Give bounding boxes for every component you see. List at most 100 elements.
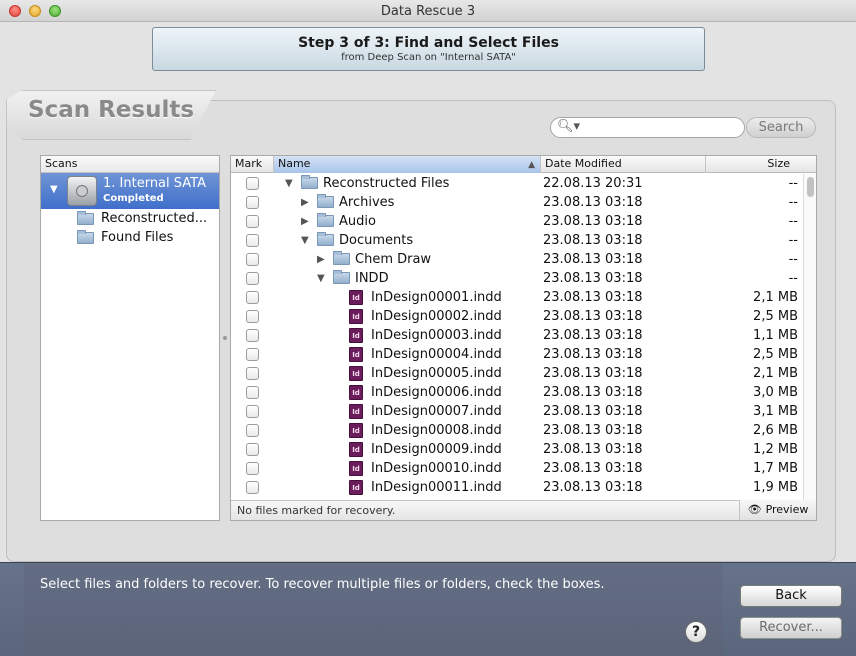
indd-file-icon: Id — [349, 404, 363, 419]
file-name: Archives — [339, 195, 395, 210]
mark-checkbox[interactable] — [246, 234, 259, 247]
file-name: INDD — [355, 271, 389, 286]
disclosure-open-icon[interactable]: ▼ — [50, 184, 58, 195]
file-date: 23.08.13 03:18 — [543, 328, 643, 343]
file-row[interactable]: Id InDesign00010.indd 23.08.13 03:18 1,7 MB — [231, 459, 804, 478]
search-button[interactable]: Search — [746, 117, 816, 138]
file-list: ▼ Reconstructed Files 22.08.13 20:31 -- ▶ Arc… — [231, 174, 804, 500]
file-size: 3,1 MB — [753, 404, 798, 419]
mark-checkbox[interactable] — [246, 386, 259, 399]
file-row[interactable]: Id InDesign00008.indd 23.08.13 03:18 2,6 MB — [231, 421, 804, 440]
column-header-size[interactable]: Size — [706, 156, 816, 173]
disclosure-open-icon[interactable]: ▼ — [285, 174, 293, 193]
file-date: 23.08.13 03:18 — [543, 461, 643, 476]
file-date: 23.08.13 03:18 — [543, 347, 643, 362]
file-row[interactable]: ▶ Archives 23.08.13 03:18 -- — [231, 193, 804, 212]
file-row[interactable]: ▶ Audio 23.08.13 03:18 -- — [231, 212, 804, 231]
file-name: InDesign00009.indd — [371, 442, 502, 457]
file-size: 1,9 MB — [753, 480, 798, 495]
scan-item-internal-sata[interactable]: ▼ 1. Internal SATA Completed — [41, 173, 219, 209]
column-header-label: Name — [278, 157, 311, 170]
column-header-mark[interactable]: Mark — [231, 156, 274, 173]
file-row[interactable]: Id InDesign00001.indd 23.08.13 03:18 2,1 MB — [231, 288, 804, 307]
app-window: Data Rescue 3 Step 3 of 3: Find and Sele… — [0, 0, 856, 656]
status-bar: No files marked for recovery. — [231, 500, 816, 520]
file-row[interactable]: ▼ Documents 23.08.13 03:18 -- — [231, 231, 804, 250]
indd-file-icon: Id — [349, 347, 363, 362]
scan-status: Completed — [103, 193, 164, 204]
mark-checkbox[interactable] — [246, 215, 259, 228]
file-row[interactable]: Id InDesign00002.indd 23.08.13 03:18 2,5 MB — [231, 307, 804, 326]
disclosure-open-icon[interactable]: ▼ — [317, 269, 325, 288]
file-size: 1,1 MB — [753, 328, 798, 343]
file-row[interactable]: Id InDesign00011.indd 23.08.13 03:18 1,9 MB — [231, 478, 804, 497]
scan-item-found-files[interactable]: Found Files — [41, 228, 219, 247]
file-row[interactable]: Id InDesign00009.indd 23.08.13 03:18 1,2 MB — [231, 440, 804, 459]
file-date: 23.08.13 03:18 — [543, 233, 643, 248]
column-header-name[interactable]: Name ▲ — [274, 156, 541, 173]
column-header-date[interactable]: Date Modified — [541, 156, 706, 173]
file-row[interactable]: ▼ INDD 23.08.13 03:18 -- — [231, 269, 804, 288]
mark-checkbox[interactable] — [246, 462, 259, 475]
disclosure-closed-icon[interactable]: ▶ — [317, 250, 325, 269]
mark-checkbox[interactable] — [246, 405, 259, 418]
mark-checkbox[interactable] — [246, 253, 259, 266]
column-headers: Mark Name ▲ Date Modified Size — [231, 156, 816, 173]
help-button[interactable]: ? — [685, 621, 707, 643]
indd-file-icon: Id — [349, 461, 363, 476]
recover-button[interactable]: Recover... — [740, 617, 842, 639]
file-name: Documents — [339, 233, 414, 248]
mark-checkbox[interactable] — [246, 424, 259, 437]
scan-name: 1. Internal SATA — [103, 176, 206, 191]
mark-checkbox[interactable] — [246, 310, 259, 323]
file-row[interactable]: ▶ Chem Draw 23.08.13 03:18 -- — [231, 250, 804, 269]
splitter-handle[interactable] — [223, 336, 227, 340]
folder-icon — [317, 213, 334, 227]
scan-item-label: Reconstructed... — [101, 211, 208, 226]
mark-checkbox[interactable] — [246, 177, 259, 190]
sort-ascending-icon: ▲ — [528, 160, 535, 170]
folder-icon — [301, 175, 318, 189]
file-row[interactable]: Id InDesign00004.indd 23.08.13 03:18 2,5 MB — [231, 345, 804, 364]
mark-checkbox[interactable] — [246, 481, 259, 494]
mark-checkbox[interactable] — [246, 272, 259, 285]
scan-item-reconstructed[interactable]: Reconstructed... — [41, 209, 219, 228]
mark-checkbox[interactable] — [246, 291, 259, 304]
mark-checkbox[interactable] — [246, 329, 259, 342]
file-name: InDesign00010.indd — [371, 461, 502, 476]
file-row[interactable]: ▼ Reconstructed Files 22.08.13 20:31 -- — [231, 174, 804, 193]
file-name: Reconstructed Files — [323, 176, 450, 191]
file-size: -- — [788, 176, 798, 191]
indd-file-icon: Id — [349, 442, 363, 457]
file-browser: Mark Name ▲ Date Modified Size ▼ Reconstr… — [230, 155, 817, 521]
file-row[interactable]: Id InDesign00006.indd 23.08.13 03:18 3,0 MB — [231, 383, 804, 402]
disclosure-open-icon[interactable]: ▼ — [301, 231, 309, 250]
folder-icon — [77, 230, 94, 244]
mark-checkbox[interactable] — [246, 367, 259, 380]
folder-icon — [77, 211, 94, 225]
vertical-scrollbar[interactable] — [803, 174, 816, 500]
folder-icon — [317, 194, 334, 208]
file-row[interactable]: Id InDesign00003.indd 23.08.13 03:18 1,1 MB — [231, 326, 804, 345]
file-row[interactable]: Id InDesign00007.indd 23.08.13 03:18 3,1 MB — [231, 402, 804, 421]
step-subtitle: from Deep Scan on "Internal SATA" — [341, 52, 516, 63]
scrollbar-thumb[interactable] — [807, 177, 814, 197]
file-size: 2,5 MB — [753, 309, 798, 324]
file-name: InDesign00003.indd — [371, 328, 502, 343]
file-date: 23.08.13 03:18 — [543, 423, 643, 438]
disclosure-closed-icon[interactable]: ▶ — [301, 193, 309, 212]
file-name: InDesign00004.indd — [371, 347, 502, 362]
mark-checkbox[interactable] — [246, 348, 259, 361]
scan-item-label: Found Files — [101, 230, 174, 245]
disclosure-closed-icon[interactable]: ▶ — [301, 212, 309, 231]
mark-checkbox[interactable] — [246, 196, 259, 209]
indd-file-icon: Id — [349, 480, 363, 495]
back-button[interactable]: Back — [740, 585, 842, 607]
file-row[interactable]: Id InDesign00005.indd 23.08.13 03:18 2,1 MB — [231, 364, 804, 383]
instructions-text: Select files and folders to recover. To … — [40, 577, 605, 592]
mark-checkbox[interactable] — [246, 443, 259, 456]
window-title: Data Rescue 3 — [380, 4, 476, 19]
file-name: Chem Draw — [355, 252, 432, 267]
search-icon[interactable]: 🔍︎▾ — [557, 119, 580, 134]
preview-button[interactable]: 👁︎ Preview — [739, 500, 816, 520]
